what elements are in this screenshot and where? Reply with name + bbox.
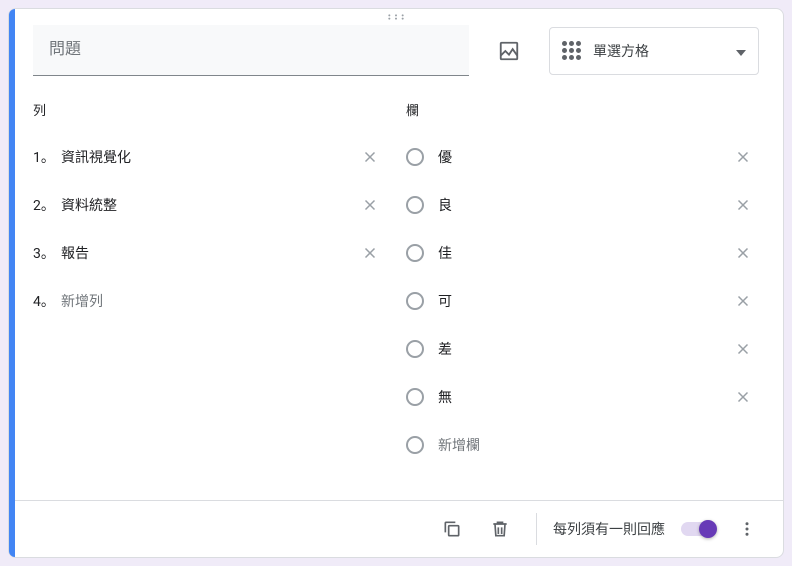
- remove-row-button[interactable]: [354, 141, 386, 173]
- accent-bar: [9, 9, 15, 557]
- remove-column-button[interactable]: [727, 333, 759, 365]
- column-label: 佳: [438, 243, 727, 263]
- required-toggle[interactable]: [681, 522, 715, 536]
- rows-column: 列 1。資訊視覺化 2。資料統整 3。報告 4。 新增列: [33, 100, 386, 492]
- row-label: 資料統整: [61, 195, 354, 215]
- delete-button[interactable]: [480, 509, 520, 549]
- duplicate-button[interactable]: [432, 509, 472, 549]
- column-label: 差: [438, 339, 727, 359]
- row-number: 4。: [33, 291, 61, 311]
- radio-icon: [406, 388, 424, 406]
- question-type-select[interactable]: 單選方格: [549, 27, 759, 75]
- row-item[interactable]: 1。資訊視覺化: [33, 137, 386, 177]
- remove-column-button[interactable]: [727, 189, 759, 221]
- add-column[interactable]: 新增欄: [406, 425, 759, 465]
- column-item[interactable]: 佳: [406, 233, 759, 273]
- question-input[interactable]: [33, 25, 469, 76]
- row-item[interactable]: 2。資料統整: [33, 185, 386, 225]
- toggle-thumb: [699, 520, 717, 538]
- row-number: 1。: [33, 147, 61, 167]
- radio-icon: [406, 196, 424, 214]
- radio-icon: [406, 340, 424, 358]
- required-label: 每列須有一則回應: [553, 519, 665, 539]
- column-item[interactable]: 無: [406, 377, 759, 417]
- radio-icon: [406, 244, 424, 262]
- header-row: 單選方格: [9, 25, 783, 84]
- cols-column: 欄 優良佳可差無 新增欄: [406, 100, 759, 492]
- radio-icon: [406, 292, 424, 310]
- row-number: 3。: [33, 243, 61, 263]
- row-number: 2。: [33, 195, 61, 215]
- add-column-label: 新增欄: [438, 435, 759, 455]
- row-label: 資訊視覺化: [61, 147, 354, 167]
- question-card: 單選方格 列 1。資訊視覺化 2。資料統整 3。報告 4。 新增列 欄 優良佳可差無…: [8, 8, 784, 558]
- column-item[interactable]: 差: [406, 329, 759, 369]
- radio-icon: [406, 436, 424, 454]
- cols-header: 欄: [406, 100, 759, 119]
- more-options-button[interactable]: [727, 509, 767, 549]
- remove-column-button[interactable]: [727, 381, 759, 413]
- remove-column-button[interactable]: [727, 141, 759, 173]
- add-row[interactable]: 4。 新增列: [33, 281, 386, 321]
- add-row-label: 新增列: [61, 291, 386, 311]
- column-label: 優: [438, 147, 727, 167]
- grid-config-area: 列 1。資訊視覺化 2。資料統整 3。報告 4。 新增列 欄 優良佳可差無 新增欄: [9, 84, 783, 500]
- column-label: 良: [438, 195, 727, 215]
- column-item[interactable]: 優: [406, 137, 759, 177]
- card-footer: 每列須有一則回應: [9, 500, 783, 557]
- remove-row-button[interactable]: [354, 189, 386, 221]
- image-icon[interactable]: [489, 31, 529, 71]
- type-select-label: 單選方格: [593, 41, 724, 61]
- row-item[interactable]: 3。報告: [33, 233, 386, 273]
- radio-icon: [406, 148, 424, 166]
- column-item[interactable]: 良: [406, 185, 759, 225]
- column-item[interactable]: 可: [406, 281, 759, 321]
- grid-icon: [562, 41, 581, 60]
- remove-column-button[interactable]: [727, 237, 759, 269]
- drag-handle-icon[interactable]: [9, 9, 783, 25]
- footer-divider: [536, 513, 537, 545]
- column-label: 可: [438, 291, 727, 311]
- remove-column-button[interactable]: [727, 285, 759, 317]
- rows-header: 列: [33, 100, 386, 119]
- remove-row-button[interactable]: [354, 237, 386, 269]
- chevron-down-icon: [736, 41, 746, 60]
- column-label: 無: [438, 387, 727, 407]
- row-label: 報告: [61, 243, 354, 263]
